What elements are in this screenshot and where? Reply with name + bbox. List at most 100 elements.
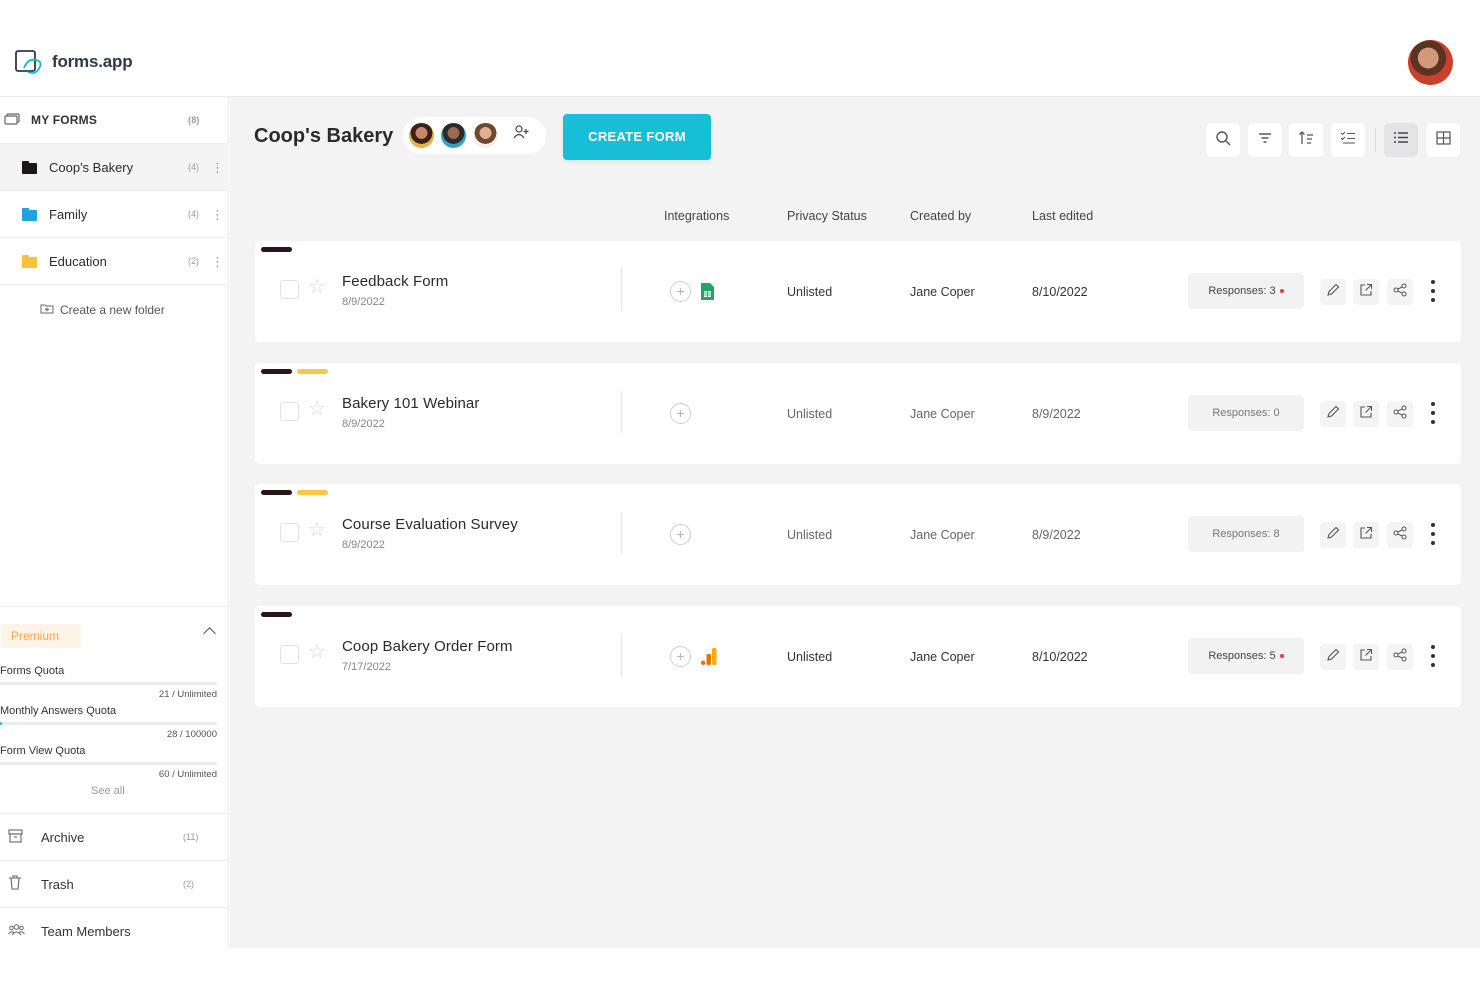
search-button[interactable]: [1206, 123, 1240, 157]
form-date: 8/9/2022: [342, 296, 385, 308]
form-card[interactable]: ☆ Bakery 101 Webinar 8/9/2022 + Unlisted…: [255, 363, 1461, 464]
edit-button[interactable]: [1320, 279, 1346, 305]
share-button[interactable]: [1387, 644, 1413, 670]
column-header-privacy: Privacy Status: [787, 209, 867, 223]
google-analytics-icon[interactable]: [701, 648, 717, 670]
share-button[interactable]: [1387, 401, 1413, 427]
user-avatar[interactable]: [1408, 40, 1453, 85]
responses-button[interactable]: Responses: 3: [1188, 273, 1304, 309]
select-checkbox[interactable]: [280, 523, 299, 542]
edit-button[interactable]: [1320, 644, 1346, 670]
edit-button[interactable]: [1320, 522, 1346, 548]
open-button[interactable]: [1353, 401, 1379, 427]
share-icon: [1393, 283, 1407, 302]
responses-button[interactable]: Responses: 5: [1188, 638, 1304, 674]
folder-more-icon[interactable]: ⋮: [211, 255, 224, 268]
forms-stack-icon: [4, 113, 20, 128]
premium-badge: Premium: [1, 624, 81, 648]
privacy-status: Unlisted: [787, 528, 833, 542]
folder-label: Education: [49, 253, 107, 269]
divider: [621, 391, 622, 433]
open-button[interactable]: [1353, 522, 1379, 548]
open-button[interactable]: [1353, 279, 1379, 305]
sidebar-item-coops-bakery[interactable]: Coop's Bakery (4) ⋮: [0, 144, 229, 191]
sidebar-item-my-forms[interactable]: MY FORMS (8): [0, 97, 229, 144]
collaborator-avatar[interactable]: [439, 121, 468, 150]
form-card[interactable]: ☆ Feedback Form 8/9/2022 + Unlisted Jane…: [255, 241, 1461, 342]
add-integration-icon[interactable]: +: [670, 281, 691, 302]
responses-button[interactable]: Responses: 8: [1188, 516, 1304, 552]
add-person-icon[interactable]: [513, 125, 530, 142]
chevron-up-icon[interactable]: [203, 627, 216, 640]
folder-count: (4): [188, 209, 199, 219]
select-checkbox[interactable]: [280, 645, 299, 664]
create-form-button[interactable]: CREATE FORM: [563, 114, 711, 160]
more-options-icon[interactable]: [1430, 280, 1436, 302]
search-icon: [1215, 130, 1231, 151]
collaborator-avatar[interactable]: [471, 121, 500, 150]
google-sheets-icon[interactable]: [701, 283, 714, 305]
more-options-icon[interactable]: [1430, 402, 1436, 424]
more-options-icon[interactable]: [1430, 523, 1436, 545]
app-logo[interactable]: forms.app: [14, 48, 133, 76]
folder-icon: [22, 161, 37, 174]
open-button[interactable]: [1353, 644, 1379, 670]
folder-more-icon[interactable]: ⋮: [211, 161, 224, 174]
responses-button[interactable]: Responses: 0: [1188, 395, 1304, 431]
sidebar-item-archive[interactable]: Archive (11): [0, 813, 229, 860]
form-card[interactable]: ☆ Course Evaluation Survey 8/9/2022 + Un…: [255, 484, 1461, 585]
share-button[interactable]: [1387, 279, 1413, 305]
tag-label: [261, 612, 292, 617]
team-icon: [8, 923, 25, 939]
folder-more-icon[interactable]: ⋮: [211, 208, 224, 221]
form-card[interactable]: ☆ Coop Bakery Order Form 7/17/2022 + Unl…: [255, 606, 1461, 707]
pencil-icon: [1326, 405, 1340, 424]
select-checkbox[interactable]: [280, 402, 299, 421]
star-icon[interactable]: ☆: [308, 399, 326, 419]
collaborators-group[interactable]: [403, 117, 546, 154]
sort-button[interactable]: [1289, 123, 1323, 157]
form-tags: [261, 247, 292, 252]
form-name[interactable]: Bakery 101 Webinar: [342, 395, 479, 412]
main-content: Coop's Bakery CREATE FORM Integrations P…: [230, 97, 1480, 948]
filter-button[interactable]: [1248, 123, 1282, 157]
collaborator-avatar[interactable]: [407, 121, 436, 150]
share-icon: [1393, 648, 1407, 667]
bulk-select-button[interactable]: [1331, 123, 1365, 157]
add-integration-icon[interactable]: +: [670, 524, 691, 545]
add-integration-icon[interactable]: +: [670, 403, 691, 424]
sidebar-item-trash[interactable]: Trash (2): [0, 860, 229, 907]
star-icon[interactable]: ☆: [308, 520, 326, 540]
sidebar-item-family[interactable]: Family (4) ⋮: [0, 191, 229, 238]
quota-label: Forms Quota: [0, 665, 65, 677]
star-icon[interactable]: ☆: [308, 277, 326, 297]
external-link-icon: [1359, 648, 1373, 667]
form-tags: [261, 490, 328, 495]
premium-quota-panel: Premium Forms Quota 21 / Unlimited Month…: [0, 606, 229, 813]
sidebar-item-education[interactable]: Education (2) ⋮: [0, 238, 229, 285]
created-by: Jane Coper: [910, 407, 975, 421]
create-folder-button[interactable]: Create a new folder: [40, 303, 165, 317]
star-icon[interactable]: ☆: [308, 642, 326, 662]
archive-icon: [8, 828, 23, 846]
archive-label: Archive: [41, 829, 85, 845]
see-all-link[interactable]: See all: [91, 785, 125, 797]
grid-view-icon: [1435, 130, 1451, 150]
sidebar-item-team-members[interactable]: Team Members: [0, 907, 229, 954]
grid-view-button[interactable]: [1426, 123, 1460, 157]
share-button[interactable]: [1387, 522, 1413, 548]
share-icon: [1393, 526, 1407, 545]
list-view-button[interactable]: [1384, 123, 1418, 157]
add-integration-icon[interactable]: +: [670, 646, 691, 667]
form-tags: [261, 612, 292, 617]
form-name[interactable]: Coop Bakery Order Form: [342, 638, 513, 655]
edit-button[interactable]: [1320, 401, 1346, 427]
page-title: Coop's Bakery: [254, 125, 394, 147]
folder-label: Coop's Bakery: [49, 159, 134, 175]
trash-count: (2): [183, 879, 194, 889]
my-forms-count: (8): [188, 115, 200, 125]
select-checkbox[interactable]: [280, 280, 299, 299]
more-options-icon[interactable]: [1430, 645, 1436, 667]
form-name[interactable]: Feedback Form: [342, 273, 448, 290]
form-name[interactable]: Course Evaluation Survey: [342, 516, 518, 533]
